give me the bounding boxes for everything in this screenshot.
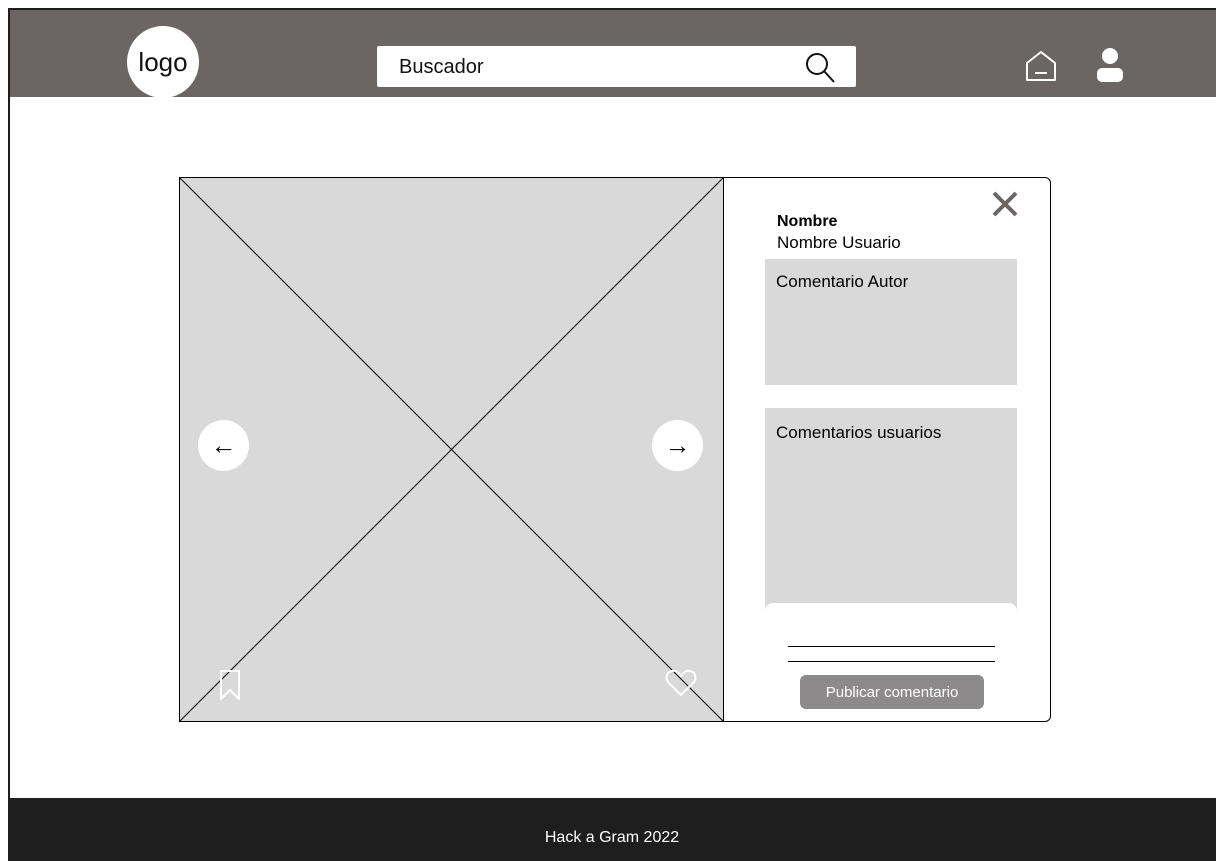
next-image-button[interactable]: →	[652, 420, 703, 471]
comment-input-line[interactable]	[788, 661, 995, 662]
author-username[interactable]: Nombre Usuario	[777, 233, 901, 253]
comment-input-line[interactable]	[788, 646, 995, 647]
author-name-label: Nombre	[777, 213, 838, 230]
author-comment-text: Comentario Autor	[776, 272, 909, 291]
footer: Hack a Gram 2022	[8, 798, 1216, 861]
author-comment-box: Comentario Autor	[765, 259, 1017, 385]
users-comments-box[interactable]: Comentarios usuarios	[765, 408, 1017, 628]
logo-text: logo	[138, 46, 188, 77]
heart-icon[interactable]	[665, 668, 697, 698]
users-comments-text: Comentarios usuarios	[776, 423, 942, 442]
post-image	[179, 177, 724, 722]
bookmark-icon[interactable]	[219, 669, 241, 701]
close-icon[interactable]	[990, 189, 1020, 219]
footer-text: Hack a Gram 2022	[544, 828, 680, 846]
search-placeholder: Buscador	[399, 56, 484, 78]
user-icon[interactable]	[1094, 46, 1126, 84]
search-input[interactable]: Buscador	[377, 46, 856, 87]
header-bar: logo Buscador	[10, 10, 1216, 98]
arrow-right-icon: →	[664, 430, 691, 460]
search-icon[interactable]	[804, 50, 838, 84]
publish-comment-label: Publicar comentario	[825, 683, 959, 701]
previous-image-button[interactable]: ←	[198, 420, 249, 471]
image-placeholder-icon	[180, 178, 723, 721]
frame-border-left	[8, 8, 10, 861]
home-icon[interactable]	[1023, 48, 1059, 84]
logo[interactable]: logo	[127, 26, 199, 98]
publish-comment-button[interactable]: Publicar comentario	[800, 675, 984, 709]
arrow-left-icon: ←	[210, 430, 237, 460]
